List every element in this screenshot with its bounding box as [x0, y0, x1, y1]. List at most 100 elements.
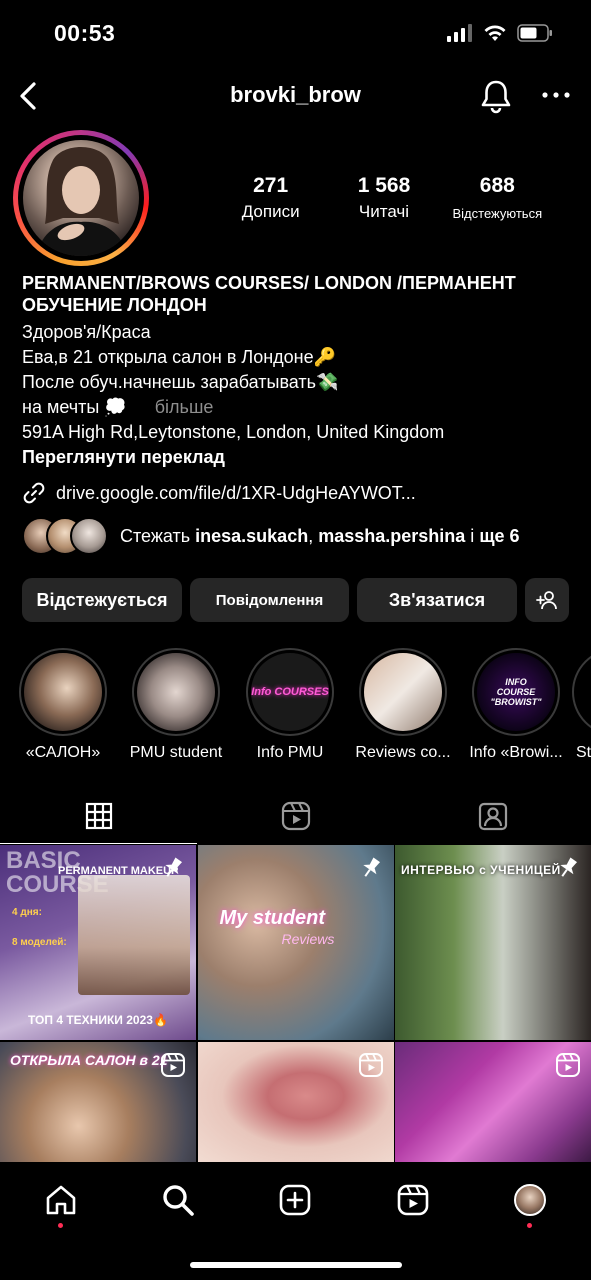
nav-home[interactable] [41, 1180, 81, 1220]
highlight-cover [137, 653, 215, 731]
profile-actions: Відстежується Повідомлення Зв'язатися [22, 578, 569, 622]
highlight-label: Info PMU [256, 744, 324, 761]
plus-square-icon [279, 1184, 311, 1216]
stat-followers[interactable]: 1 568 Читачі [329, 174, 439, 222]
grid-post[interactable]: My student Reviews [197, 845, 394, 1040]
notification-dot [527, 1223, 532, 1228]
stat-value: 271 [253, 174, 289, 197]
tagged-icon [478, 802, 507, 831]
status-time: 00:53 [54, 20, 116, 46]
follower-username[interactable]: massha.pershina [318, 526, 465, 546]
status-icons [447, 24, 553, 42]
profile-stats: 271 Дописи 1 568 Читачі 688 Відстежуютьс… [214, 174, 554, 222]
highlight-label: Info «Browi... [469, 744, 563, 761]
bio-line-with-more: на мечты 💭 більше [22, 395, 572, 420]
avatar-photo [23, 140, 139, 256]
highlight-info-pmu[interactable]: Info COURSES Info PMU [242, 648, 338, 762]
bio-name-line2: ОБУЧЕНИЕ ЛОНДОН [22, 295, 207, 315]
nav-search[interactable] [158, 1180, 198, 1220]
highlight-reviews[interactable]: Reviews co... [355, 648, 451, 762]
reel-icon [358, 1053, 383, 1077]
see-translation-link[interactable]: Переглянути переклад [22, 445, 572, 470]
grid-post[interactable]: ОТКРЫЛА САЛОН в 21 [0, 1042, 196, 1162]
home-indicator [190, 1262, 402, 1268]
profile-avatar[interactable] [13, 130, 149, 266]
following-button[interactable]: Відстежується [22, 578, 182, 622]
pin-icon [165, 857, 183, 877]
followers-more[interactable]: ще 6 [479, 526, 519, 546]
highlight-salon[interactable]: «САЛОН» [15, 648, 111, 762]
post-title: My student [219, 907, 326, 929]
highlight-cover: INFO COURSE "BROWIST" [477, 653, 555, 731]
grid-icon [85, 802, 112, 830]
followed-by-text: Стежать inesa.sukach, massha.pershina і … [120, 525, 520, 546]
posts-grid: BASIC COURSE PERMANENT MAKEUP 4 дня: 8 м… [0, 845, 591, 1162]
stat-value: 1 568 [357, 174, 411, 197]
suggested-users-button[interactable] [525, 578, 569, 622]
profile-avatar-small [514, 1184, 546, 1216]
followed-by[interactable]: Стежать inesa.sukach, massha.pershina і … [22, 517, 520, 555]
bio-link[interactable]: drive.google.com/file/d/1XR-UdgHeAYWOT..… [22, 481, 416, 505]
bio-category: Здоров'я/Краса [22, 322, 151, 342]
tab-posts-grid[interactable] [0, 788, 197, 844]
post-photo [78, 875, 190, 995]
bio-line: на мечты 💭 [22, 397, 127, 417]
grid-post[interactable]: ИНТЕРВЬЮ с УЧЕНИЦЕЙ [395, 845, 591, 1040]
link-icon [23, 482, 45, 504]
profile-header: brovki_brow [0, 72, 591, 120]
highlight-label: Reviews co... [355, 744, 451, 761]
wifi-icon [484, 25, 506, 41]
add-person-icon [536, 591, 557, 610]
nav-reels[interactable] [393, 1180, 433, 1220]
highlight-pmu-student[interactable]: PMU student [128, 648, 224, 762]
pin-icon [362, 857, 380, 877]
stat-label: Відстежуються [452, 206, 543, 221]
pin-icon [560, 857, 578, 877]
highlight-cover [364, 653, 442, 731]
highlight-cover [24, 653, 102, 731]
follower-username[interactable]: inesa.sukach [195, 526, 308, 546]
follower-avatars [22, 517, 108, 555]
highlight-label: «САЛОН» [25, 744, 101, 761]
message-button[interactable]: Повідомлення [190, 578, 349, 622]
status-bar: 00:53 [0, 0, 591, 66]
search-icon [163, 1185, 194, 1216]
post-text: 4 дня: [12, 907, 42, 918]
signal-icon [447, 24, 472, 42]
stat-following[interactable]: 688 Відстежуються [442, 174, 552, 222]
bio-line: Ева,в 21 открыла салон в Лондоне🔑 [22, 347, 337, 367]
tab-reels[interactable] [197, 788, 394, 844]
highlight-info-browist[interactable]: INFO COURSE "BROWIST" Info «Browi... [468, 648, 564, 762]
profile-tabs [0, 788, 591, 844]
nav-profile[interactable] [510, 1180, 550, 1220]
bell-icon[interactable] [479, 78, 513, 114]
grid-post[interactable] [197, 1042, 394, 1162]
bio-line: После обуч.начнешь зарабатывать💸 [22, 372, 339, 392]
bio-more-link[interactable]: більше [155, 397, 214, 417]
story-highlights: «САЛОН» PMU student Info COURSES Info PM… [0, 648, 591, 768]
bio-address[interactable]: 591A High Rd,Leytonstone, London, United… [22, 420, 572, 445]
follower-avatar [70, 517, 108, 555]
nav-create[interactable] [275, 1180, 315, 1220]
contact-button[interactable]: Зв'язатися [357, 578, 517, 622]
grid-post[interactable]: BASIC COURSE PERMANENT MAKEUP 4 дня: 8 м… [0, 845, 196, 1040]
post-text: 8 моделей: [12, 937, 67, 948]
post-promo: ТОП 4 ТЕХНИКИ 2023🔥 [28, 1013, 168, 1027]
post-subtitle: Reviews [281, 931, 335, 947]
grid-post[interactable] [395, 1042, 591, 1162]
battery-icon [517, 24, 552, 42]
stat-posts[interactable]: 271 Дописи [216, 174, 326, 222]
highlight-label: PMU student [129, 744, 223, 761]
profile-bio: PERMANENT/BROWS COURSES/ LONDON /ПЕРМАНЕ… [22, 272, 572, 470]
more-options-icon[interactable] [539, 80, 573, 110]
notification-dot [58, 1223, 63, 1228]
bio-link-text: drive.google.com/file/d/1XR-UdgHeAYWOT..… [56, 482, 416, 503]
home-icon [46, 1185, 76, 1215]
highlight-partial[interactable]: St [572, 648, 591, 762]
reels-icon [397, 1184, 429, 1216]
stat-label: Читачі [358, 202, 410, 221]
reels-icon [281, 801, 310, 831]
tab-tagged[interactable] [394, 788, 591, 844]
post-title: ИНТЕРВЬЮ с УЧЕНИЦЕЙ [401, 863, 561, 877]
reel-icon [556, 1053, 580, 1077]
